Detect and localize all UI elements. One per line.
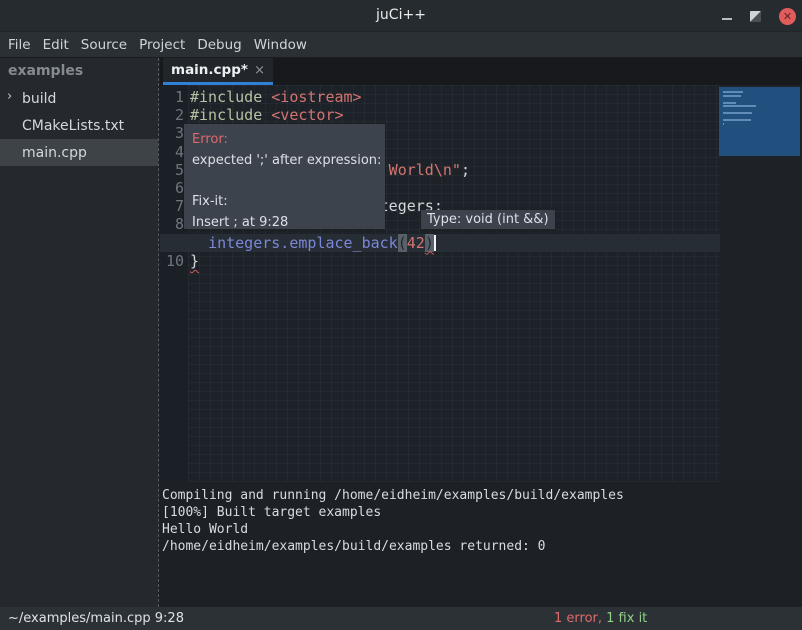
code-token: <vector>	[271, 106, 343, 124]
chevron-right-icon[interactable]: ›	[7, 89, 12, 104]
editor-pane: main.cpp* × 12345678910 Error: expected …	[160, 58, 802, 607]
code-token: )	[425, 234, 434, 252]
code-token: ;	[461, 161, 470, 179]
minimap-code-line	[723, 112, 752, 114]
close-icon[interactable]: ✕	[779, 8, 796, 25]
window-controls: ✕	[722, 0, 796, 32]
code-token: <iostream>	[271, 88, 361, 106]
minimap-code-line	[723, 95, 741, 97]
tree-item-build[interactable]: › build	[0, 85, 158, 112]
code-token	[190, 234, 208, 252]
code-token: (	[398, 234, 407, 252]
menu-item-project[interactable]: Project	[133, 37, 191, 53]
minimap-code-line	[723, 105, 756, 107]
tree-item-label: build	[22, 91, 56, 107]
error-tooltip: Error: expected ';' after expression: Fi…	[184, 124, 385, 229]
tree-item-label: CMakeLists.txt	[22, 118, 124, 134]
minimap-code-line	[723, 91, 743, 93]
minimap-viewport[interactable]	[719, 87, 800, 156]
minimize-icon[interactable]	[722, 18, 732, 20]
sidebar: examples › build CMakeLists.txt main.cpp	[0, 58, 158, 607]
line-number: 7	[160, 197, 184, 215]
code-token: }	[190, 252, 199, 270]
error-count: 1 error,	[554, 611, 602, 626]
minimap-code-line	[723, 123, 724, 125]
code-token: 42	[407, 234, 425, 252]
code-line[interactable]: }	[190, 252, 720, 270]
error-tooltip-title: Error:	[192, 129, 377, 150]
line-number: 1	[160, 88, 184, 106]
code-line[interactable]: integers.emplace_back(42)	[190, 234, 720, 252]
code-token: integers.emplace_back	[208, 234, 398, 252]
minimap[interactable]	[720, 85, 802, 482]
window-title: juCi++	[0, 7, 802, 23]
maximize-restore-icon[interactable]	[750, 11, 761, 22]
code-token: #include	[190, 88, 271, 106]
terminal-output-line: [100%] Built target examples	[162, 504, 802, 521]
tab-label: main.cpp*	[171, 62, 250, 78]
jucipp-window: juCi++ ✕ FileEditSourceProjectDebugWindo…	[0, 0, 802, 630]
code-line[interactable]: #include <vector>	[190, 106, 720, 124]
menu-item-source[interactable]: Source	[75, 37, 133, 53]
code-token: #include	[190, 106, 271, 124]
tree-item-cmakelists-txt[interactable]: CMakeLists.txt	[0, 112, 158, 139]
terminal-panel[interactable]: Compiling and running /home/eidheim/exam…	[160, 482, 802, 607]
terminal-output-line: Hello World	[162, 521, 802, 538]
file-tree: › build CMakeLists.txt main.cpp	[0, 85, 158, 166]
menu-item-file[interactable]: File	[2, 37, 37, 53]
fixit-count: 1 fix it	[602, 611, 647, 626]
code-editor[interactable]: 12345678910 Error: expected ';' after ex…	[160, 85, 802, 482]
menu-item-window[interactable]: Window	[248, 37, 313, 53]
terminal-output-line: Compiling and running /home/eidheim/exam…	[162, 487, 802, 504]
minimap-code-line	[723, 102, 736, 104]
line-number: 5	[160, 161, 184, 179]
fixit-label: Fix-it:	[192, 191, 377, 212]
line-number: 10	[160, 252, 184, 270]
menu-item-debug[interactable]: Debug	[191, 37, 247, 53]
tab-main-cpp[interactable]: main.cpp* ×	[163, 58, 273, 85]
status-bar: ~/examples/main.cpp 9:28 1 error, 1 fix …	[0, 607, 802, 630]
error-tooltip-message: expected ';' after expression:	[192, 150, 377, 171]
menu-bar: FileEditSourceProjectDebugWindow	[0, 32, 802, 58]
tree-item-main-cpp[interactable]: main.cpp	[0, 139, 158, 166]
line-number: 8	[160, 215, 184, 233]
title-bar: juCi++ ✕	[0, 0, 802, 32]
line-number: 4	[160, 143, 184, 161]
line-number: 2	[160, 106, 184, 124]
project-name: examples	[0, 58, 158, 85]
diagnostics-summary: 1 error, 1 fix it	[554, 607, 647, 630]
tree-item-label: main.cpp	[22, 145, 87, 161]
line-number: 6	[160, 179, 184, 197]
minimap-code-line	[723, 119, 751, 121]
terminal-output-line: /home/eidheim/examples/build/examples re…	[162, 538, 802, 555]
line-number: 3	[160, 124, 184, 142]
status-file-position: ~/examples/main.cpp 9:28	[8, 607, 184, 630]
type-tooltip: Type: void (int &&)	[421, 210, 555, 229]
text-cursor	[434, 235, 436, 251]
fixit-text: Insert ; at 9:28	[192, 212, 377, 233]
tab-bar: main.cpp* ×	[160, 58, 802, 85]
tab-close-icon[interactable]: ×	[254, 63, 265, 78]
menu-item-edit[interactable]: Edit	[37, 37, 75, 53]
code-line[interactable]: #include <iostream>	[190, 88, 720, 106]
